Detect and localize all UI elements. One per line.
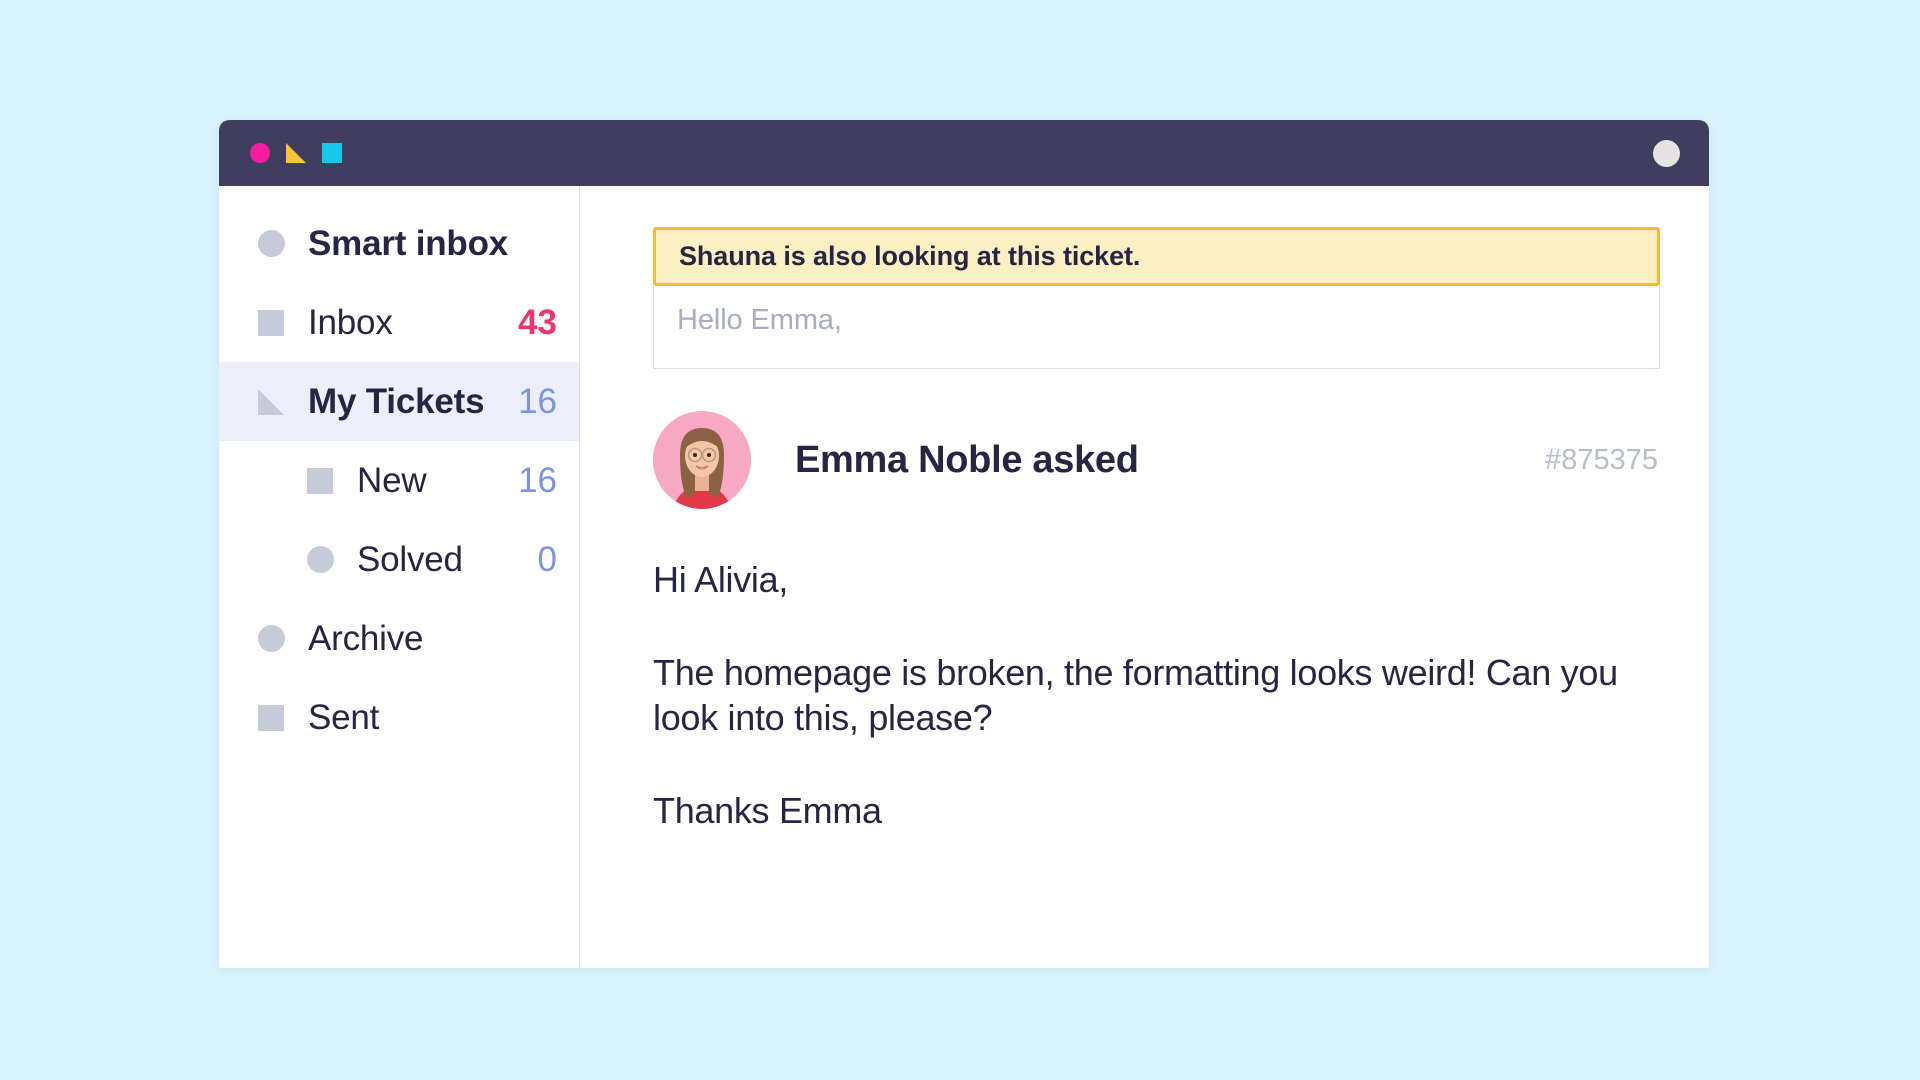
message-paragraph: The homepage is broken, the formatting l… (653, 652, 1618, 738)
sidebar-item-label: Inbox (308, 303, 393, 342)
window-controls (250, 143, 342, 163)
sidebar-item-smart-inbox[interactable]: Smart inbox (219, 204, 579, 283)
titlebar (219, 120, 1709, 186)
sidebar-item-count: 16 (518, 461, 557, 500)
circle-icon[interactable] (250, 143, 270, 163)
sidebar-item-solved[interactable]: Solved 0 (219, 520, 579, 599)
circle-icon (258, 230, 286, 258)
app-window: Smart inbox Inbox 43 My Tickets 16 New 1… (219, 120, 1709, 968)
sidebar-item-label: Archive (308, 619, 424, 658)
square-icon (258, 704, 286, 732)
circle-icon (258, 625, 286, 653)
user-avatar-icon[interactable] (1653, 139, 1680, 167)
user-photo-avatar (653, 411, 751, 509)
triangle-icon[interactable] (286, 143, 306, 163)
message-paragraph: Thanks Emma (653, 790, 882, 831)
square-icon[interactable] (322, 143, 342, 163)
sidebar: Smart inbox Inbox 43 My Tickets 16 New 1… (219, 186, 580, 968)
reply-placeholder-text: Hello Emma, (677, 304, 842, 336)
sidebar-item-new[interactable]: New 16 (219, 441, 579, 520)
sidebar-item-archive[interactable]: Archive (219, 599, 579, 678)
square-icon (258, 309, 286, 337)
sidebar-item-count: 16 (518, 382, 557, 421)
sidebar-item-label: Sent (308, 698, 380, 737)
presence-alert-text: Shauna is also looking at this ticket. (679, 241, 1141, 271)
sidebar-item-sent[interactable]: Sent (219, 678, 579, 757)
ticket-message-body: Hi Alivia, The homepage is broken, the f… (653, 557, 1660, 833)
app-body: Smart inbox Inbox 43 My Tickets 16 New 1… (219, 186, 1709, 968)
sidebar-item-label: Smart inbox (308, 224, 509, 263)
ticket-detail-pane: Shauna is also looking at this ticket. H… (580, 186, 1709, 968)
ticket-id: #875375 (1545, 443, 1658, 476)
ticket-asker-name: Emma Noble asked (795, 438, 1139, 481)
sidebar-item-inbox[interactable]: Inbox 43 (219, 283, 579, 362)
sidebar-item-count: 0 (537, 540, 557, 579)
presence-alert-banner: Shauna is also looking at this ticket. (653, 227, 1660, 286)
sidebar-item-my-tickets[interactable]: My Tickets 16 (219, 362, 579, 441)
square-icon (307, 467, 335, 495)
sidebar-item-label: My Tickets (308, 382, 485, 421)
circle-icon (307, 546, 335, 574)
sidebar-item-count: 43 (518, 303, 557, 342)
message-paragraph: Hi Alivia, (653, 559, 789, 600)
reply-input[interactable]: Hello Emma, (653, 286, 1660, 369)
triangle-icon (258, 388, 286, 416)
ticket-header: Emma Noble asked #875375 (653, 411, 1660, 509)
sidebar-item-label: Solved (357, 540, 463, 579)
sidebar-item-label: New (357, 461, 427, 500)
